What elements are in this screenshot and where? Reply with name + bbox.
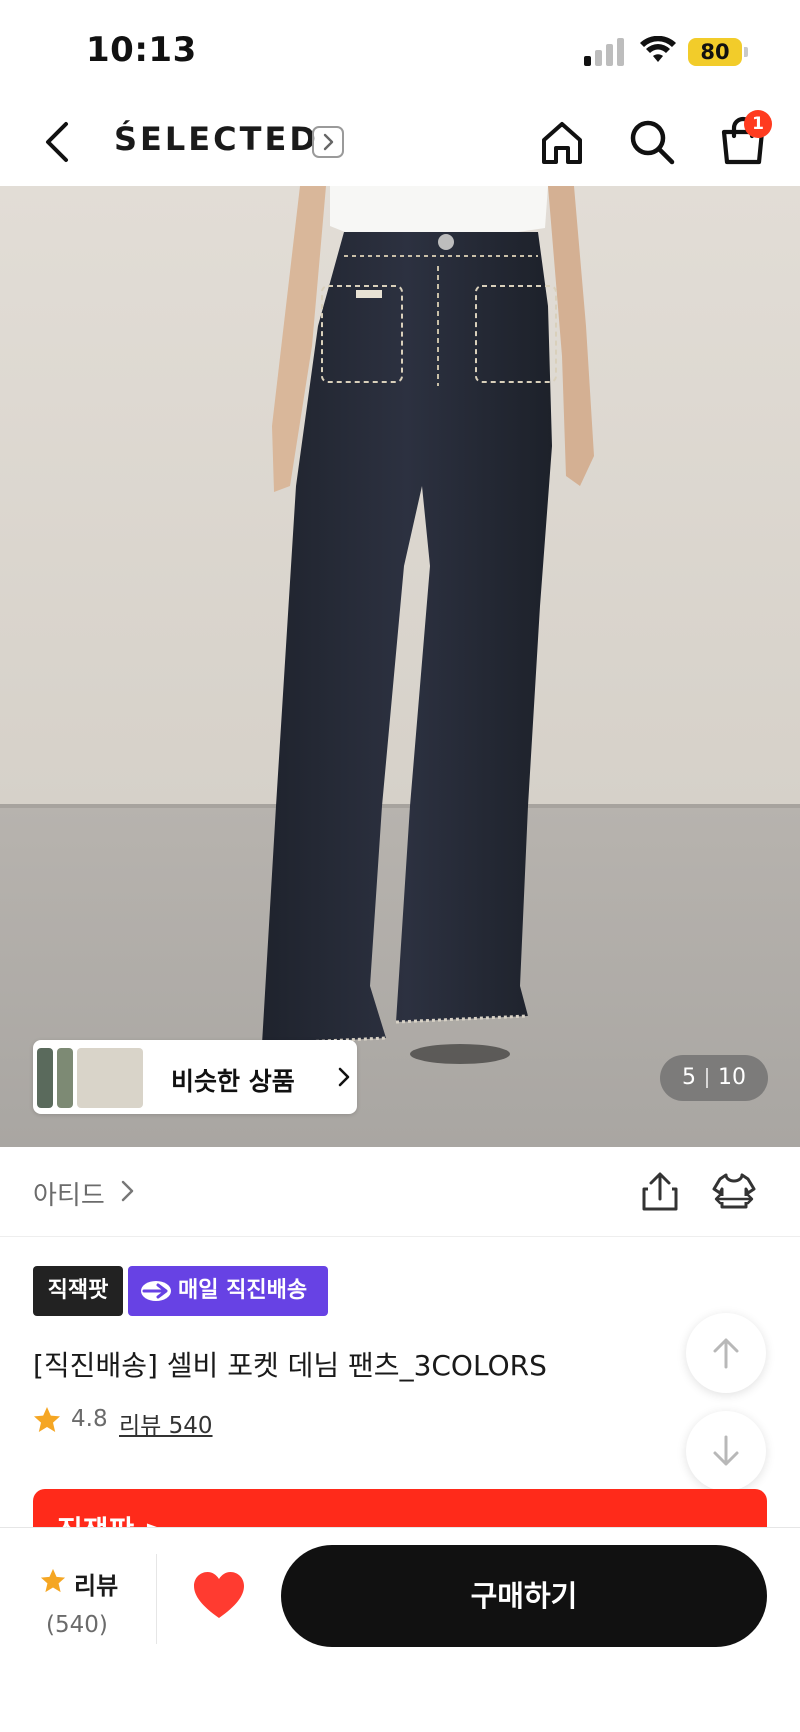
- bottom-action-bar: 리뷰 (540) 구매하기: [0, 1527, 800, 1732]
- divider: [156, 1554, 157, 1644]
- cellular-signal-icon: [584, 38, 624, 66]
- star-icon: [40, 1568, 66, 1593]
- chevron-right-icon: [338, 1067, 350, 1087]
- current-page: 5: [682, 1065, 696, 1090]
- nav-bar: ŚELECTED: [0, 100, 800, 186]
- jackpot-tag: 직잭팟: [33, 1266, 123, 1316]
- star-icon: [34, 1407, 60, 1432]
- similar-thumbnail: [77, 1048, 143, 1108]
- scroll-bottom-button[interactable]: [686, 1411, 766, 1491]
- delivery-wing-icon: [141, 1281, 171, 1301]
- review-count-link[interactable]: 리뷰 540: [119, 1406, 213, 1440]
- heart-icon[interactable]: [192, 1570, 246, 1622]
- chevron-right-icon[interactable]: [118, 1179, 138, 1203]
- status-bar: 10:13 80: [0, 0, 800, 100]
- daily-delivery-label: 매일 직진배송: [178, 1278, 308, 1303]
- similar-thumbnail: [37, 1048, 53, 1108]
- cart-count-badge: 1: [744, 110, 772, 138]
- seller-row: 아티드: [0, 1147, 800, 1237]
- product-image[interactable]: [0, 186, 800, 1147]
- similar-products-button[interactable]: 비슷한 상품: [33, 1040, 357, 1114]
- rating-value: 4.8: [71, 1406, 108, 1432]
- seller-name-link[interactable]: 아티드: [33, 1175, 105, 1212]
- similar-products-label: 비슷한 상품: [171, 1067, 295, 1096]
- brand-arrow-icon[interactable]: [312, 126, 344, 158]
- brand-logo[interactable]: ŚELECTED: [114, 120, 319, 158]
- fitting-shirt-icon[interactable]: [712, 1171, 756, 1213]
- total-pages: 10: [718, 1065, 746, 1090]
- similar-thumbnail: [57, 1048, 73, 1108]
- bottom-review-button[interactable]: 리뷰 (540): [36, 1564, 156, 1654]
- back-chevron-icon[interactable]: [36, 118, 84, 166]
- arrow-down-icon: [713, 1435, 739, 1466]
- status-time: 10:13: [86, 30, 197, 70]
- wifi-icon: [640, 36, 676, 62]
- share-icon[interactable]: [640, 1171, 680, 1213]
- bottom-review-count: (540): [46, 1612, 108, 1638]
- search-icon[interactable]: [628, 118, 676, 166]
- scroll-top-button[interactable]: [686, 1313, 766, 1393]
- product-photo: [0, 186, 800, 1147]
- daily-delivery-tag: 매일 직진배송: [128, 1266, 328, 1316]
- arrow-up-icon: [713, 1338, 739, 1369]
- home-icon[interactable]: [538, 118, 586, 166]
- product-title: [직진배송] 셀비 포켓 데님 팬츠_3COLORS: [33, 1349, 547, 1382]
- battery-level: 80: [700, 40, 730, 64]
- battery-icon: 80: [688, 38, 748, 66]
- buy-button[interactable]: 구매하기: [281, 1545, 767, 1647]
- bottom-review-label: 리뷰: [74, 1572, 119, 1600]
- image-page-counter: 5 10: [660, 1055, 768, 1101]
